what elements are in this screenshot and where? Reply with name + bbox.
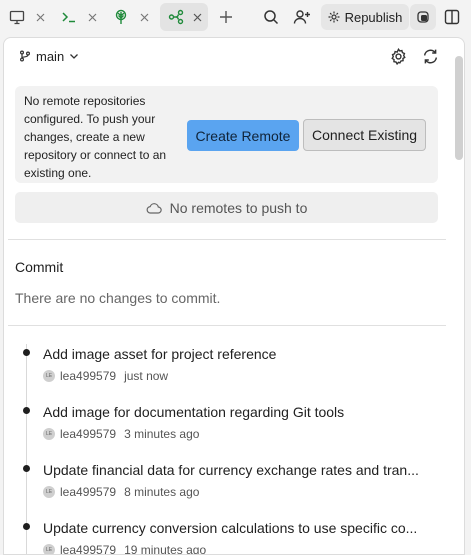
- commit-item[interactable]: Update currency conversion calculations …: [4, 512, 464, 555]
- tree-icon: [112, 8, 130, 26]
- commit-section-title: Commit: [15, 259, 64, 275]
- tab-shell[interactable]: [60, 3, 98, 31]
- deploy-status-icon: [417, 11, 429, 23]
- commit-meta: LE lea499579 19 minutes ago: [43, 543, 207, 555]
- republish-label: Republish: [344, 9, 403, 25]
- commit-author: lea499579: [60, 543, 117, 555]
- remote-message: No remote repositories configured. To pu…: [24, 94, 167, 180]
- commit-message: Add image for documentation regarding Gi…: [43, 404, 345, 420]
- cloud-icon: [146, 202, 162, 214]
- scrollbar-thumb[interactable]: [455, 56, 463, 160]
- close-icon[interactable]: [86, 11, 98, 23]
- toggle-sidebar-button[interactable]: [440, 5, 464, 29]
- commit-item[interactable]: Add image for documentation regarding Gi…: [4, 396, 464, 448]
- terminal-icon: [60, 8, 78, 26]
- commit-time: 8 minutes ago: [124, 485, 200, 499]
- commit-dot: [23, 523, 30, 530]
- avatar: LE: [43, 544, 55, 554]
- branch-icon: [19, 50, 31, 62]
- commit-dot: [23, 407, 30, 414]
- commit-item[interactable]: Add image asset for project reference LE…: [4, 338, 464, 390]
- remote-setup-card: No remote repositories configured. To pu…: [15, 86, 438, 183]
- republish-button[interactable]: Republish: [321, 4, 409, 30]
- divider: [8, 239, 446, 240]
- tab-preview[interactable]: [8, 3, 46, 31]
- commit-meta: LE lea499579 8 minutes ago: [43, 485, 199, 499]
- branch-selector[interactable]: main: [19, 47, 79, 65]
- new-tab-button[interactable]: [214, 5, 238, 29]
- avatar: LE: [43, 428, 55, 440]
- branch-name: main: [36, 48, 65, 64]
- git-panel: main No remote repositories configured. …: [3, 37, 465, 555]
- no-remotes-label: No remotes to push to: [169, 199, 308, 216]
- avatar: LE: [43, 370, 55, 382]
- push-button[interactable]: No remotes to push to: [15, 192, 438, 223]
- search-icon: [263, 9, 279, 25]
- commit-message: Update currency conversion calculations …: [43, 520, 418, 536]
- commit-item[interactable]: Update financial data for currency excha…: [4, 454, 464, 506]
- deploy-status-button[interactable]: [410, 4, 436, 30]
- add-user-icon: [293, 9, 311, 25]
- commit-author: lea499579: [60, 427, 117, 441]
- commit-time: just now: [124, 369, 169, 383]
- commit-author: lea499579: [60, 369, 117, 383]
- close-icon[interactable]: [191, 11, 203, 23]
- deploy-icon: [328, 11, 340, 23]
- settings-button[interactable]: [387, 45, 409, 67]
- divider: [8, 325, 446, 326]
- tab-git[interactable]: [160, 3, 208, 31]
- plus-icon: [219, 10, 233, 24]
- create-remote-button[interactable]: Create Remote: [187, 120, 299, 151]
- tab-bar: Republish: [0, 0, 471, 36]
- commit-message: Update financial data for currency excha…: [43, 462, 419, 478]
- tab-files[interactable]: [112, 3, 150, 31]
- commit-dot: [23, 465, 30, 472]
- commit-meta: LE lea499579 just now: [43, 369, 168, 383]
- refresh-icon: [422, 48, 439, 65]
- commit-message: Add image asset for project reference: [43, 346, 277, 362]
- commit-meta: LE lea499579 3 minutes ago: [43, 427, 199, 441]
- sidebar-icon: [444, 9, 460, 25]
- chevron-down-icon: [69, 51, 79, 61]
- branch-bar: main: [4, 38, 464, 74]
- commit-empty-message: There are no changes to commit.: [15, 290, 221, 306]
- gear-icon: [390, 47, 407, 65]
- avatar: LE: [43, 486, 55, 498]
- close-icon[interactable]: [34, 11, 46, 23]
- connect-existing-button[interactable]: Connect Existing: [303, 119, 426, 151]
- close-icon[interactable]: [138, 11, 150, 23]
- commit-dot: [23, 349, 30, 356]
- search-button[interactable]: [259, 5, 283, 29]
- commit-author: lea499579: [60, 485, 117, 499]
- commit-time: 3 minutes ago: [124, 427, 200, 441]
- sync-button[interactable]: [419, 45, 441, 67]
- invite-button[interactable]: [290, 5, 314, 29]
- monitor-icon: [8, 8, 26, 26]
- commit-time: 19 minutes ago: [124, 543, 207, 555]
- git-branch-icon: [167, 8, 185, 26]
